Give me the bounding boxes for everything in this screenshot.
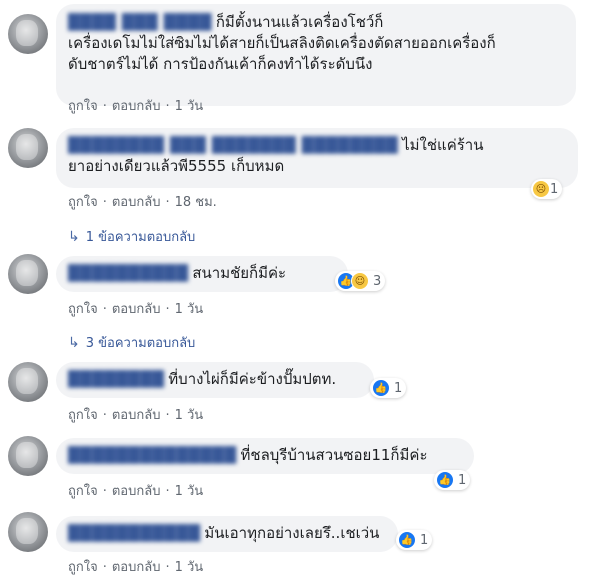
like-icon: 👍 [372,379,390,397]
comment-time[interactable]: 1 วัน [175,556,204,577]
haha-icon: ☺ [351,272,369,290]
like-link[interactable]: ถูกใจ [68,404,98,425]
reply-link[interactable]: ตอบกลับ [112,480,161,501]
comment-bubble: ████ ███ ████ ก็มีตั้งนานแล้วเครื่องโชว์ก… [56,4,576,106]
avatar[interactable] [8,128,48,168]
comment-actions: ถูกใจ · ตอบกลับ · 1 วัน [68,480,203,501]
comment-author[interactable]: ██████████████ [68,445,237,466]
comment-bubble: ████████ ███ ███████ ████████ ไม่ใช่แค่ร้… [56,128,578,188]
comment-author[interactable]: ███████████ [68,523,200,544]
reply-arrow-icon: ↳ [68,229,80,245]
reply-link[interactable]: ตอบกลับ [112,95,161,116]
like-icon: 👍 [436,471,454,489]
reply-link[interactable]: ตอบกลับ [112,556,161,577]
comment-text: ดับชาตร์ไม่ได้ การป้องกันเค้าก็คงทำได้ระ… [68,55,373,73]
comment-text: ที่บางไผ่ก็มีค่ะข้างปั๊มปตท. [168,370,337,388]
comment-bubble: ███████████ มันเอาทุกอย่างเลยรึ..เชเว่น [56,516,398,552]
like-link[interactable]: ถูกใจ [68,95,98,116]
reaction-count: 3 [373,273,382,289]
comment-text: ไม่ใช่แค่ร้าน [402,136,484,154]
comment-text: ที่ชลบุรีบ้านสวนซอย11ก็มีค่ะ [240,446,428,464]
reaction-count: 1 [550,181,559,197]
like-link[interactable]: ถูกใจ [68,298,98,319]
comment-time[interactable]: 1 วัน [175,298,204,319]
view-replies-link[interactable]: ↳ 3 ข้อความตอบกลับ [68,332,195,353]
reaction-summary[interactable]: 👍 1 [370,378,407,398]
comment-text: ก็มีตั้งนานแล้วเครื่องโชว์ก็ [215,13,384,31]
reply-link[interactable]: ตอบกลับ [112,191,161,212]
wow-icon: ☹ [533,181,549,197]
comment-actions: ถูกใจ · ตอบกลับ · 1 วัน [68,298,203,319]
comment-time[interactable]: 18 ชม. [175,191,217,212]
comment-text: ยาอย่างเดียวแล้วพี5555 เก็บหมด [68,157,285,175]
comment-text: มันเอาทุกอย่างเลยรึ..เชเว่น [204,524,380,542]
reaction-summary[interactable]: 👍 1 [434,470,471,490]
comment-text: สนามชัยก็มีค่ะ [192,264,287,282]
avatar[interactable] [8,436,48,476]
view-replies-link[interactable]: ↳ 1 ข้อความตอบกลับ [68,226,195,247]
reaction-count: 1 [420,532,429,548]
avatar[interactable] [8,512,48,552]
comment-bubble: ██████████████ ที่ชลบุรีบ้านสวนซอย11ก็มีค… [56,438,474,474]
comment-author[interactable]: ████████ ███ ███████ ████████ [68,135,398,156]
like-link[interactable]: ถูกใจ [68,191,98,212]
avatar[interactable] [8,362,48,402]
like-link[interactable]: ถูกใจ [68,556,98,577]
avatar[interactable] [8,254,48,294]
reply-arrow-icon: ↳ [68,335,80,351]
reaction-summary[interactable]: ☹ 1 [531,179,563,199]
reaction-count: 1 [458,472,467,488]
comment-actions: ถูกใจ · ตอบกลับ · 1 วัน [68,404,203,425]
reaction-summary[interactable]: 👍 ☺ 3 [335,271,386,291]
comment-time[interactable]: 1 วัน [175,404,204,425]
comment-actions: ถูกใจ · ตอบกลับ · 1 วัน [68,556,203,577]
like-link[interactable]: ถูกใจ [68,480,98,501]
comment-actions: ถูกใจ · ตอบกลับ · 1 วัน [68,95,203,116]
comment-author[interactable]: ████ ███ ████ [68,12,212,33]
reply-link[interactable]: ตอบกลับ [112,404,161,425]
comment-bubble: ████████ ที่บางไผ่ก็มีค่ะข้างปั๊มปตท. [56,362,374,398]
avatar[interactable] [8,14,48,54]
reaction-summary[interactable]: 👍 1 [396,530,433,550]
comment-author[interactable]: ██████████ [68,263,188,284]
comment-text: เครื่องเดโมไม่ใส่ซิมไม่ได้สายก็เป็นสลิงต… [68,34,496,52]
comment-author[interactable]: ████████ [68,369,164,390]
like-icon: 👍 [398,531,416,549]
reply-link[interactable]: ตอบกลับ [112,298,161,319]
comment-time[interactable]: 1 วัน [175,480,204,501]
comment-bubble: ██████████ สนามชัยก็มีค่ะ [56,256,348,292]
replies-count-label[interactable]: 3 ข้อความตอบกลับ [86,336,196,351]
replies-count-label[interactable]: 1 ข้อความตอบกลับ [86,230,196,245]
comment-actions: ถูกใจ · ตอบกลับ · 18 ชม. [68,191,217,212]
comment-time[interactable]: 1 วัน [175,95,204,116]
reaction-count: 1 [394,380,403,396]
